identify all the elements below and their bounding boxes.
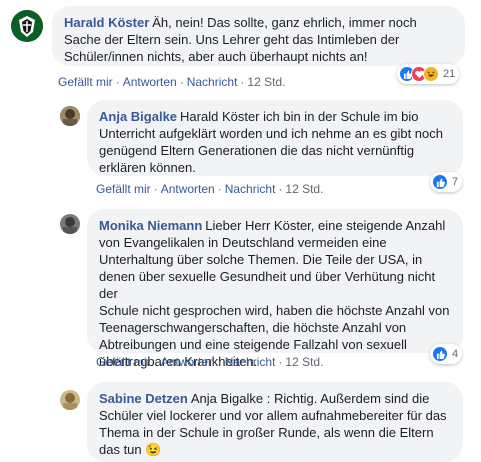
comment-bubble: Harald Köster Äh, nein! Das sollte, ganz … — [52, 6, 465, 66]
like-icon — [432, 174, 448, 190]
reaction-count: 21 — [443, 68, 456, 80]
like-button[interactable]: Gefällt mir — [96, 355, 151, 369]
comment-sabine: Sabine Detzen Anja Bigalke : Richtig. Auß… — [0, 380, 481, 462]
author-name[interactable]: Anja Bigalke — [99, 109, 177, 124]
profile-photo-icon — [60, 214, 80, 234]
like-icon — [432, 346, 448, 362]
reaction-summary[interactable]: 7 — [430, 172, 463, 192]
message-button[interactable]: Nachricht — [225, 355, 276, 369]
reaction-summary[interactable]: 4 — [430, 344, 463, 364]
timestamp[interactable]: 12 Std. — [247, 75, 285, 89]
comment-bubble: Monika Niemann Lieber Herr Köster, eine s… — [87, 209, 463, 369]
timestamp[interactable]: 12 Std. — [285, 182, 323, 196]
avatar[interactable] — [60, 214, 80, 234]
message-button[interactable]: Nachricht — [225, 182, 276, 196]
comment-actions: Gefällt mir · Antworten · Nachricht · 12 Std. — [96, 355, 324, 369]
comment-actions: Gefällt mir · Antworten · Nachricht · 12 Std. — [58, 75, 286, 89]
author-name[interactable]: Monika Niemann — [99, 218, 202, 233]
author-name[interactable]: Harald Köster — [64, 15, 149, 30]
like-button[interactable]: Gefällt mir — [58, 75, 113, 89]
avatar[interactable] — [11, 10, 43, 42]
reaction-count: 7 — [452, 176, 459, 188]
reply-button[interactable]: Antworten — [161, 355, 215, 369]
comment-bubble: Anja Bigalke Harald Köster ich bin in der… — [87, 100, 463, 176]
timestamp[interactable]: 12 Std. — [285, 355, 323, 369]
author-name[interactable]: Sabine Detzen — [99, 391, 188, 406]
club-crest-icon — [11, 10, 43, 42]
avatar[interactable] — [60, 106, 80, 126]
profile-photo-icon — [60, 106, 80, 126]
reply-button[interactable]: Antworten — [161, 182, 215, 196]
profile-photo-icon — [60, 390, 80, 410]
comment-bubble: Sabine Detzen Anja Bigalke : Richtig. Auß… — [87, 382, 463, 462]
like-button[interactable]: Gefällt mir — [96, 182, 151, 196]
reaction-summary[interactable]: 21 — [397, 64, 460, 84]
message-button[interactable]: Nachricht — [187, 75, 238, 89]
comment-text: Lieber Herr Köster, eine steigende Anzah… — [99, 218, 450, 369]
comment-monika: Monika Niemann Lieber Herr Köster, eine s… — [0, 206, 481, 374]
comment-anja: Anja Bigalke Harald Köster ich bin in der… — [0, 96, 481, 196]
haha-icon — [423, 66, 439, 82]
comment-actions: Gefällt mir · Antworten · Nachricht · 12 Std. — [96, 182, 324, 196]
reaction-count: 4 — [452, 348, 459, 360]
reply-button[interactable]: Antworten — [123, 75, 177, 89]
comment-harald: Harald Köster Äh, nein! Das sollte, ganz … — [0, 0, 481, 95]
avatar[interactable] — [60, 390, 80, 410]
